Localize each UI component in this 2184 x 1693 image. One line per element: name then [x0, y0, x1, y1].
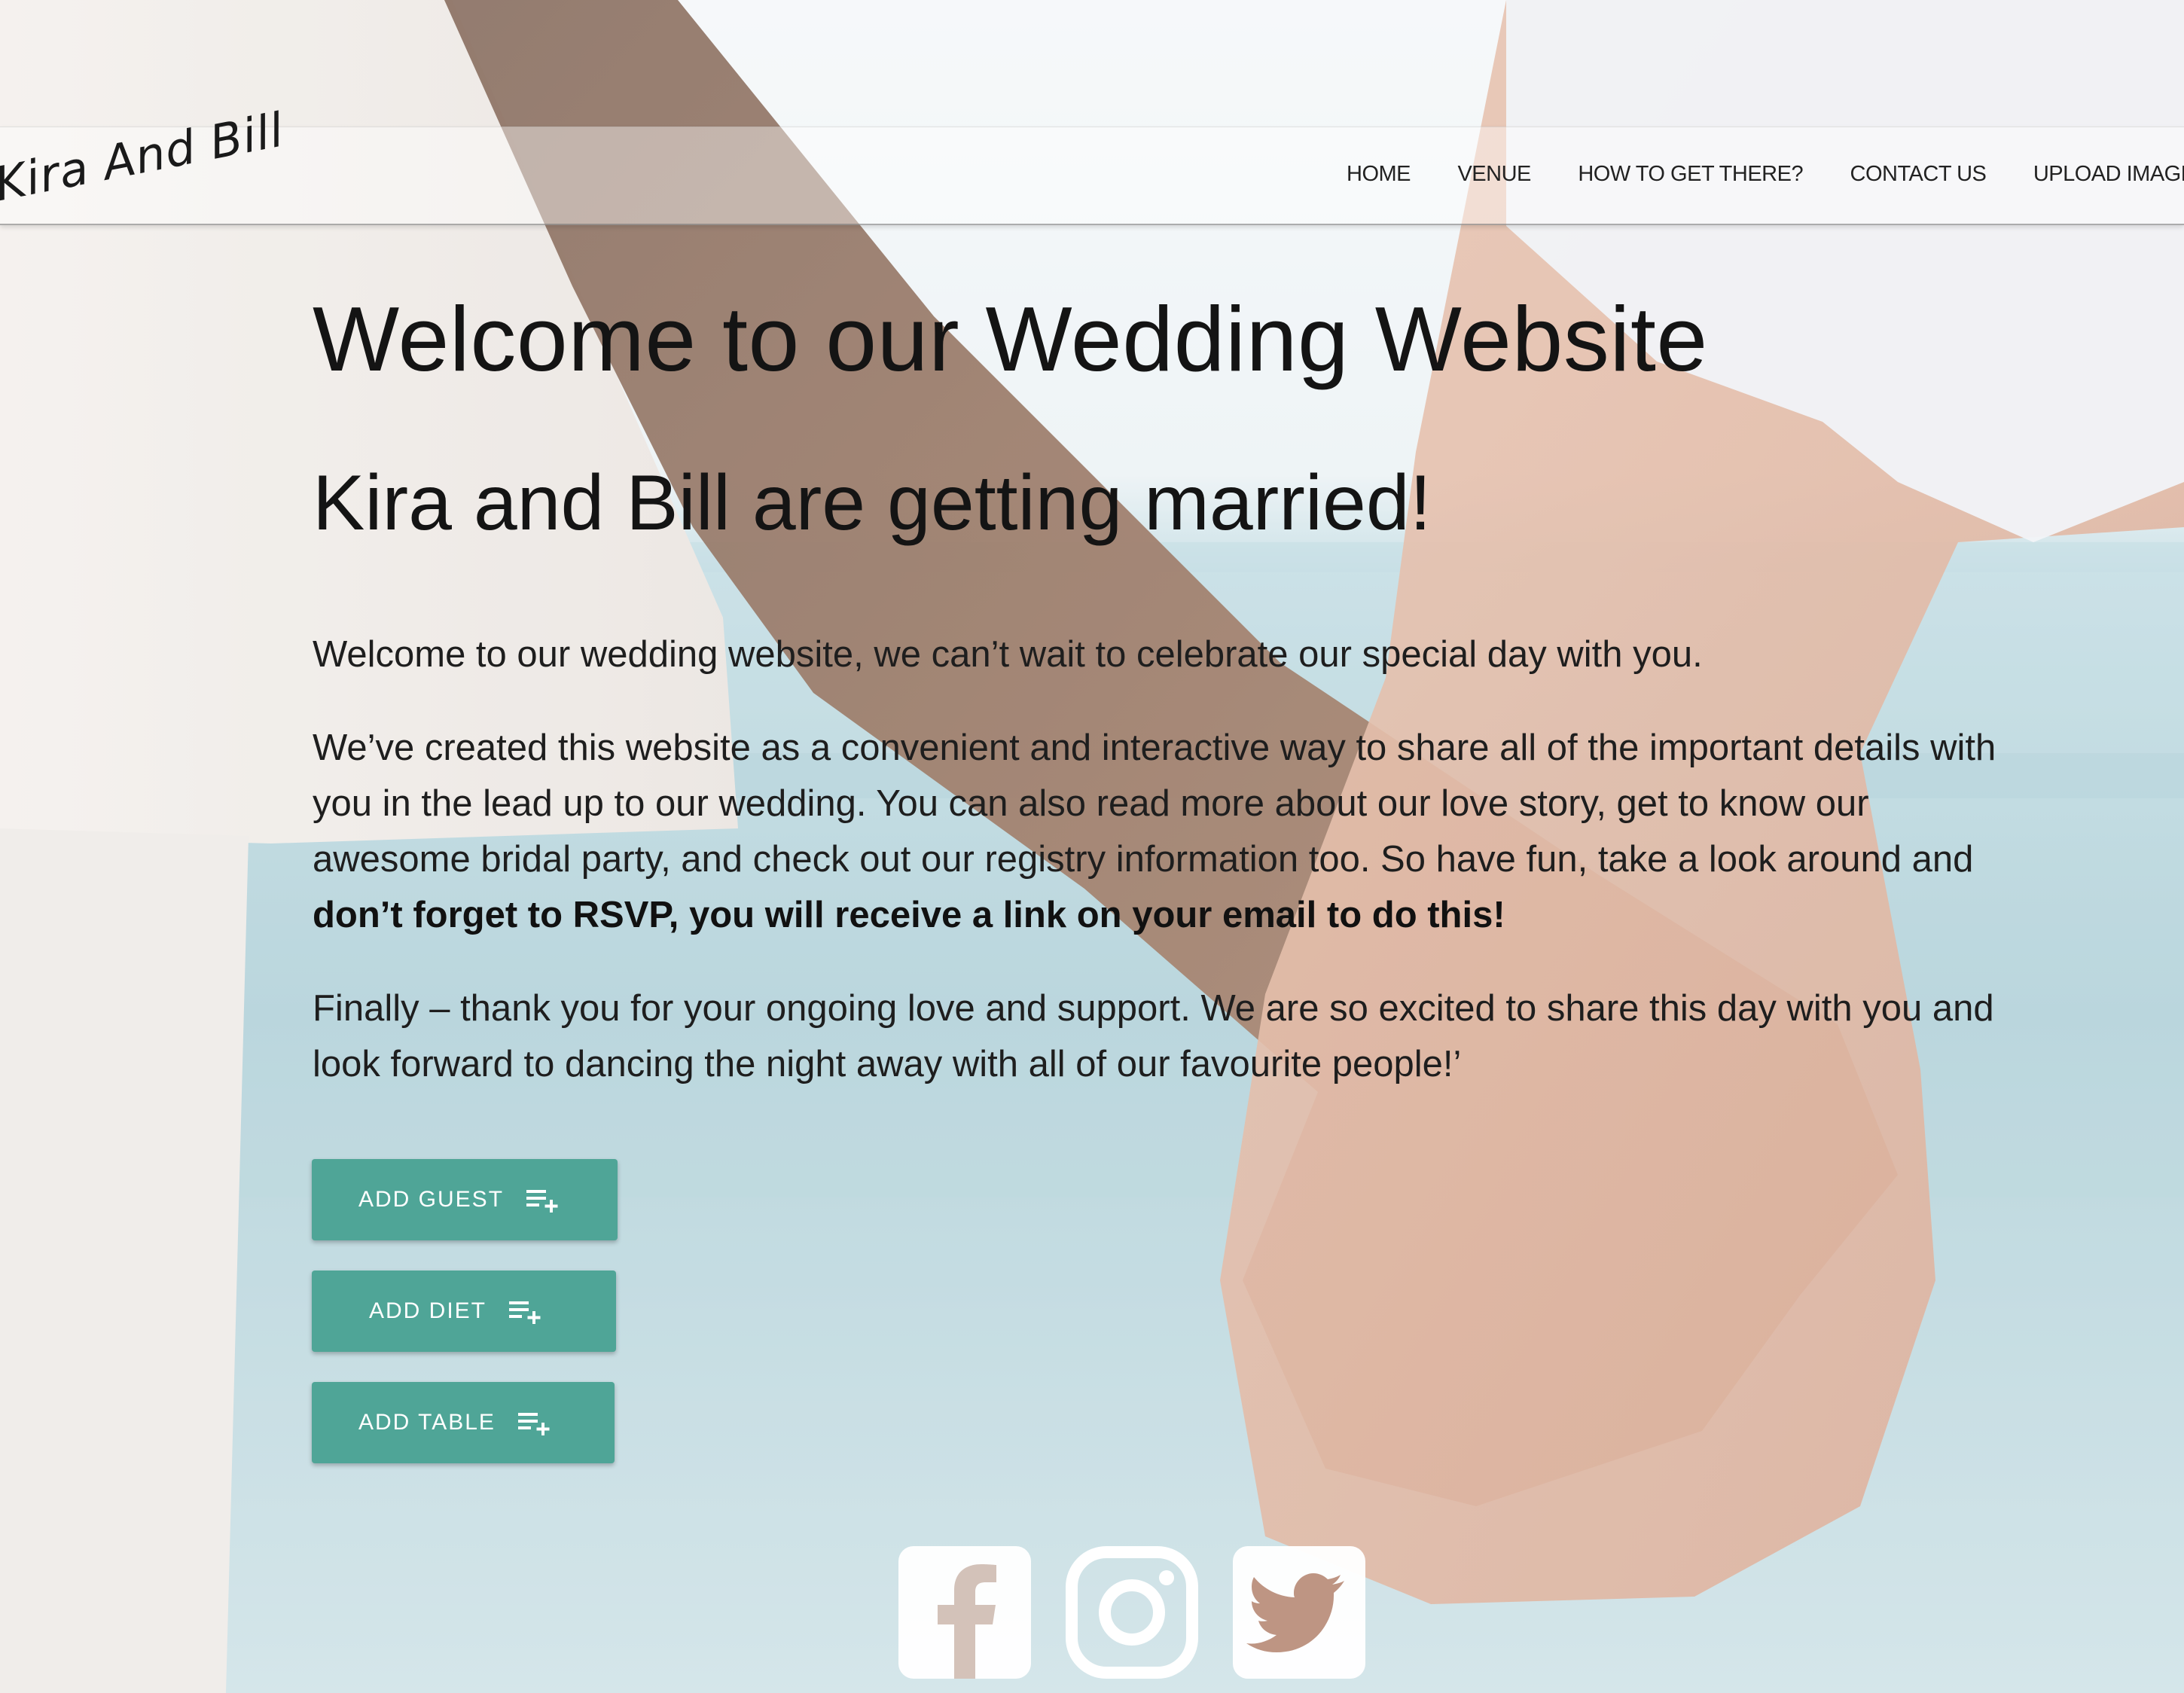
- nav-item-home[interactable]: HOME: [1347, 162, 1411, 187]
- nav-item-venue[interactable]: VENUE: [1457, 162, 1531, 187]
- instagram-icon[interactable]: [1066, 1546, 1198, 1679]
- playlist-add-icon: [526, 1190, 558, 1213]
- site-header: Kira And Bill HOME VENUE HOW TO GET THER…: [0, 102, 2184, 225]
- details-paragraph: We’ve created this website as a convenie…: [313, 720, 1999, 943]
- add-guest-label: ADD GUEST: [358, 1187, 505, 1212]
- add-guest-button[interactable]: ADD GUEST: [312, 1159, 618, 1240]
- rsvp-reminder: don’t forget to RSVP, you will receive a…: [313, 895, 1505, 935]
- thanks-paragraph: Finally – thank you for your ongoing lov…: [313, 988, 1994, 1084]
- twitter-icon[interactable]: [1233, 1546, 1365, 1679]
- nav-item-upload-images[interactable]: UPLOAD IMAGES: [2033, 162, 2184, 187]
- playlist-add-icon: [517, 1413, 550, 1435]
- page-title: Welcome to our Wedding Website: [313, 288, 1708, 390]
- facebook-icon[interactable]: [898, 1546, 1031, 1679]
- main-nav: HOME VENUE HOW TO GET THERE? CONTACT US …: [1347, 162, 2184, 187]
- nav-item-how-to-get-there[interactable]: HOW TO GET THERE?: [1578, 162, 1803, 187]
- main-content: Welcome to our Wedding Website Kira and …: [313, 279, 1999, 1092]
- page-subtitle: Kira and Bill are getting married!: [313, 459, 1432, 547]
- playlist-add-icon: [509, 1301, 541, 1324]
- add-diet-label: ADD DIET: [369, 1298, 487, 1323]
- add-diet-button[interactable]: ADD DIET: [312, 1271, 616, 1352]
- details-text: We’ve created this website as a convenie…: [313, 728, 1996, 880]
- nav-item-contact-us[interactable]: CONTACT US: [1850, 162, 1987, 187]
- add-table-button[interactable]: ADD TABLE: [312, 1382, 615, 1463]
- intro-paragraph: Welcome to our wedding website, we can’t…: [313, 634, 1703, 675]
- add-table-label: ADD TABLE: [358, 1410, 496, 1435]
